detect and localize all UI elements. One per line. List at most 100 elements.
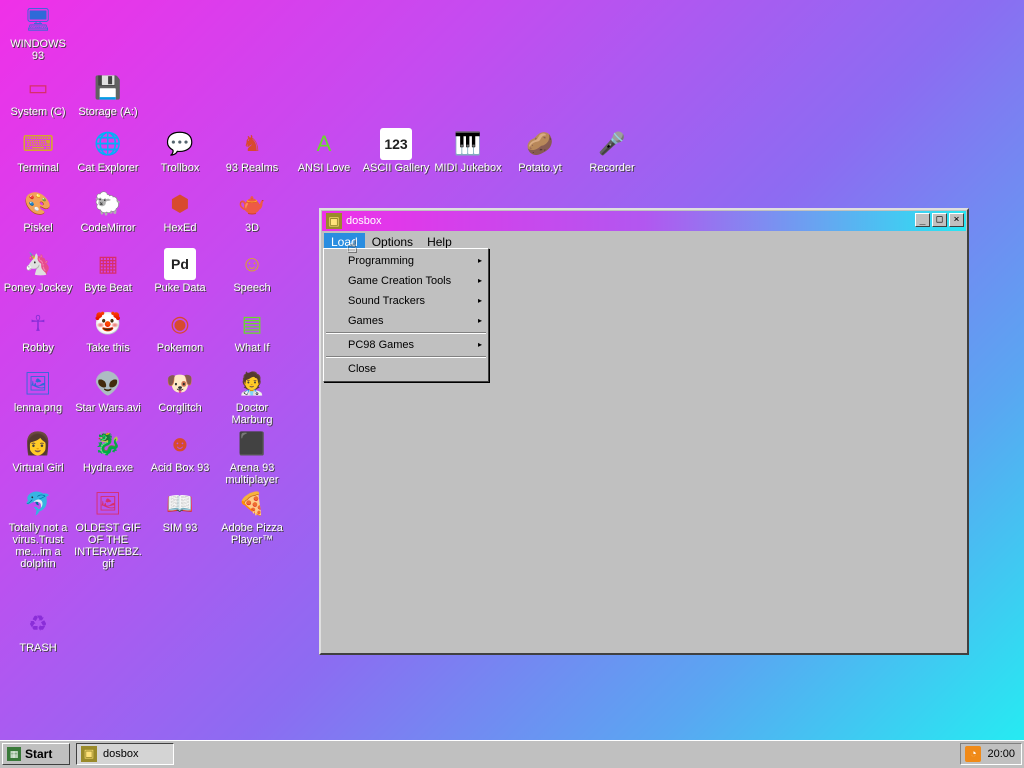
ascii-icon: 123 (380, 128, 412, 160)
desktop-icon-label: Storage (A:) (78, 106, 138, 118)
desktop-icon-label: OLDEST GIF OF THE INTERWEBZ.gif (74, 522, 142, 570)
corgi-icon: 🐶 (166, 371, 194, 396)
desktop-icon-label: Adobe Pizza Player™ (221, 522, 283, 546)
desktop-icon-3d[interactable]: 🫖 3D (217, 188, 287, 234)
taskbar-item-label: dosbox (103, 748, 139, 760)
desktop-icon-robby[interactable]: ☥ Robby (3, 308, 73, 354)
desktop-icon-virtual-girl[interactable]: 👩 Virtual Girl (3, 428, 73, 474)
desktop-icon-label: Arena 93 multiplayer (225, 462, 279, 486)
desktop-icon-codemirror[interactable]: 🐑 CodeMirror (73, 188, 143, 234)
close-button[interactable]: × (949, 213, 964, 227)
desktop-icon-trollbox[interactable]: 💬 Trollbox (145, 128, 215, 174)
pony-icon: 🦄 (24, 251, 52, 276)
desktop-icon-puke-data[interactable]: Pd Puke Data (145, 248, 215, 294)
dosbox-icon: ▣ (81, 746, 97, 762)
desktop-icon-label: SIM 93 (162, 522, 198, 534)
pd-icon: Pd (164, 248, 196, 280)
microphone-icon: 🎤 (598, 131, 626, 156)
desktop-icon-take-this[interactable]: 🤡 Take this (73, 308, 143, 354)
start-button[interactable]: ▦ Start (2, 743, 70, 765)
desktop-icon-oldest-gif-of-the-interwebz-gif[interactable]: 🖼 OLDEST GIF OF THE INTERWEBZ.gif (73, 488, 143, 570)
robot-icon: ☥ (29, 311, 47, 336)
desktop-icon-hexed[interactable]: ⬢ HexEd (145, 188, 215, 234)
desktop-icon-label: 3D (244, 222, 260, 234)
floppy-drive-icon: 💾 (94, 75, 122, 100)
desktop-icon-label: Poney Jockey (3, 282, 73, 294)
desktop-icon-93-realms[interactable]: ♞ 93 Realms (217, 128, 287, 174)
desktop-icon-lenna-png[interactable]: 🖼 lenna.png (3, 368, 73, 414)
desktop-icon-ascii-gallery[interactable]: 123 ASCII Gallery (361, 128, 431, 174)
bytebeat-icon: ▦ (97, 251, 119, 276)
image-file-icon: 🖼 (24, 371, 52, 396)
desktop-icon-recorder[interactable]: 🎤 Recorder (577, 128, 647, 174)
menu-item-games[interactable]: Games ▸ (324, 311, 488, 331)
menu-item-label: Sound Trackers (348, 295, 426, 307)
desktop-icon-label: ANSI Love (297, 162, 351, 174)
face-icon: ☺ (240, 251, 264, 276)
submenu-arrow-icon: ▸ (477, 296, 482, 305)
desktop-icon-acid-box-93[interactable]: ☻ Acid Box 93 (145, 428, 215, 474)
menu-item-game-creation-tools[interactable]: Game Creation Tools ▸ (324, 271, 488, 291)
desktop-icon-sim-93[interactable]: 📖 SIM 93 (145, 488, 215, 534)
window-title: dosbox (346, 215, 382, 227)
menu-item-pc98-games[interactable]: PC98 Games ▸ (324, 335, 488, 355)
desktop-icon-label: Take this (86, 342, 130, 354)
desktop-icon-label: Puke Data (154, 282, 206, 294)
desktop-icon-adobe-pizza-player[interactable]: 🍕 Adobe Pizza Player™ (217, 488, 287, 546)
window-titlebar[interactable]: ▣ dosbox _ □ × (322, 211, 966, 231)
potato-icon: 🥔 (526, 131, 554, 156)
desktop-icon-what-if[interactable]: ▤ What If (217, 308, 287, 354)
clock: 20:00 (987, 748, 1015, 760)
menu-separator (326, 332, 486, 334)
desktop-icon-trash[interactable]: ♻ TRASH (3, 608, 73, 654)
minimize-button[interactable]: _ (915, 213, 930, 227)
desktop-icon-doctor-marburg[interactable]: 🧑‍⚕ Doctor Marburg (217, 368, 287, 426)
desktop-icon-label: System (C) (10, 106, 66, 118)
hydra-icon: 🐉 (94, 431, 122, 456)
whatif-icon: ▤ (241, 311, 263, 336)
taskbar-item-dosbox[interactable]: ▣ dosbox (76, 743, 174, 765)
desktop-icon-corglitch[interactable]: 🐶 Corglitch (145, 368, 215, 414)
desktop-icon-label: CodeMirror (80, 222, 136, 234)
gif-file-icon: 🖼 (94, 491, 122, 516)
doctor-icon: 🧑‍⚕ (238, 371, 266, 396)
start-label: Start (25, 747, 53, 761)
cube-color-icon: ⬛ (238, 431, 266, 456)
palette-icon: 🎨 (24, 191, 52, 216)
maximize-button[interactable]: □ (932, 213, 947, 227)
desktop-icon-byte-beat[interactable]: ▦ Byte Beat (73, 248, 143, 294)
desktop-icon-midi-jukebox[interactable]: 🎹 MIDI Jukebox (433, 128, 503, 174)
desktop-icon-label: HexEd (163, 222, 197, 234)
codemirror-icon: 🐑 (94, 191, 122, 216)
submenu-arrow-icon: ▸ (477, 340, 482, 349)
load-dropdown-menu: Programming ▸ Game Creation Tools ▸ Sound Tr… (323, 248, 489, 382)
menu-item-sound-trackers[interactable]: Sound Trackers ▸ (324, 291, 488, 311)
desktop-icon-poney-jockey[interactable]: 🦄 Poney Jockey (3, 248, 73, 294)
desktop-icon-speech[interactable]: ☺ Speech (217, 248, 287, 294)
desktop-icon-label: Acid Box 93 (150, 462, 210, 474)
desktop-icon-system-c[interactable]: ▭ System (C) (3, 72, 73, 118)
desktop-icon-storage-a[interactable]: 💾 Storage (A:) (73, 72, 143, 118)
menu-item-label: Programming (348, 255, 415, 267)
desktop-icon-label: Doctor Marburg (231, 402, 273, 426)
ansi-icon: A (316, 131, 332, 156)
desktop-icon-pokemon[interactable]: ◉ Pokemon (145, 308, 215, 354)
desktop-icon-potato-yt[interactable]: 🥔 Potato.yt (505, 128, 575, 174)
desktop-icon-terminal[interactable]: ⌨ Terminal (3, 128, 73, 174)
desktop-icon-ansi-love[interactable]: A ANSI Love (289, 128, 359, 174)
desktop-icon-piskel[interactable]: 🎨 Piskel (3, 188, 73, 234)
desktop-icon-star-wars-avi[interactable]: 👽 Star Wars.avi (73, 368, 143, 414)
desktop-icon-arena-93-multiplayer[interactable]: ⬛ Arena 93 multiplayer (217, 428, 287, 486)
menu-separator (326, 356, 486, 358)
pokeball-icon: ◉ (170, 311, 190, 336)
desktop-icon-hydra-exe[interactable]: 🐉 Hydra.exe (73, 428, 143, 474)
desktop-icon-totally-not-a-virus-trust-me-im-a-dolphin[interactable]: 🐬 Totally not a virus.Trust me...im a dol… (3, 488, 73, 570)
chat-icon: 💬 (166, 131, 194, 156)
yoda-icon: 👽 (94, 371, 122, 396)
desktop-icon-cat-explorer[interactable]: 🌐 Cat Explorer (73, 128, 143, 174)
rss-icon[interactable]: ◔ (965, 746, 982, 762)
cube-icon: ⬢ (170, 191, 190, 216)
smiley-icon: ☻ (168, 431, 192, 456)
desktop-icon-windows-93[interactable]: 🖥 WINDOWS 93 (3, 4, 73, 62)
menu-item-close[interactable]: Close (324, 359, 488, 379)
